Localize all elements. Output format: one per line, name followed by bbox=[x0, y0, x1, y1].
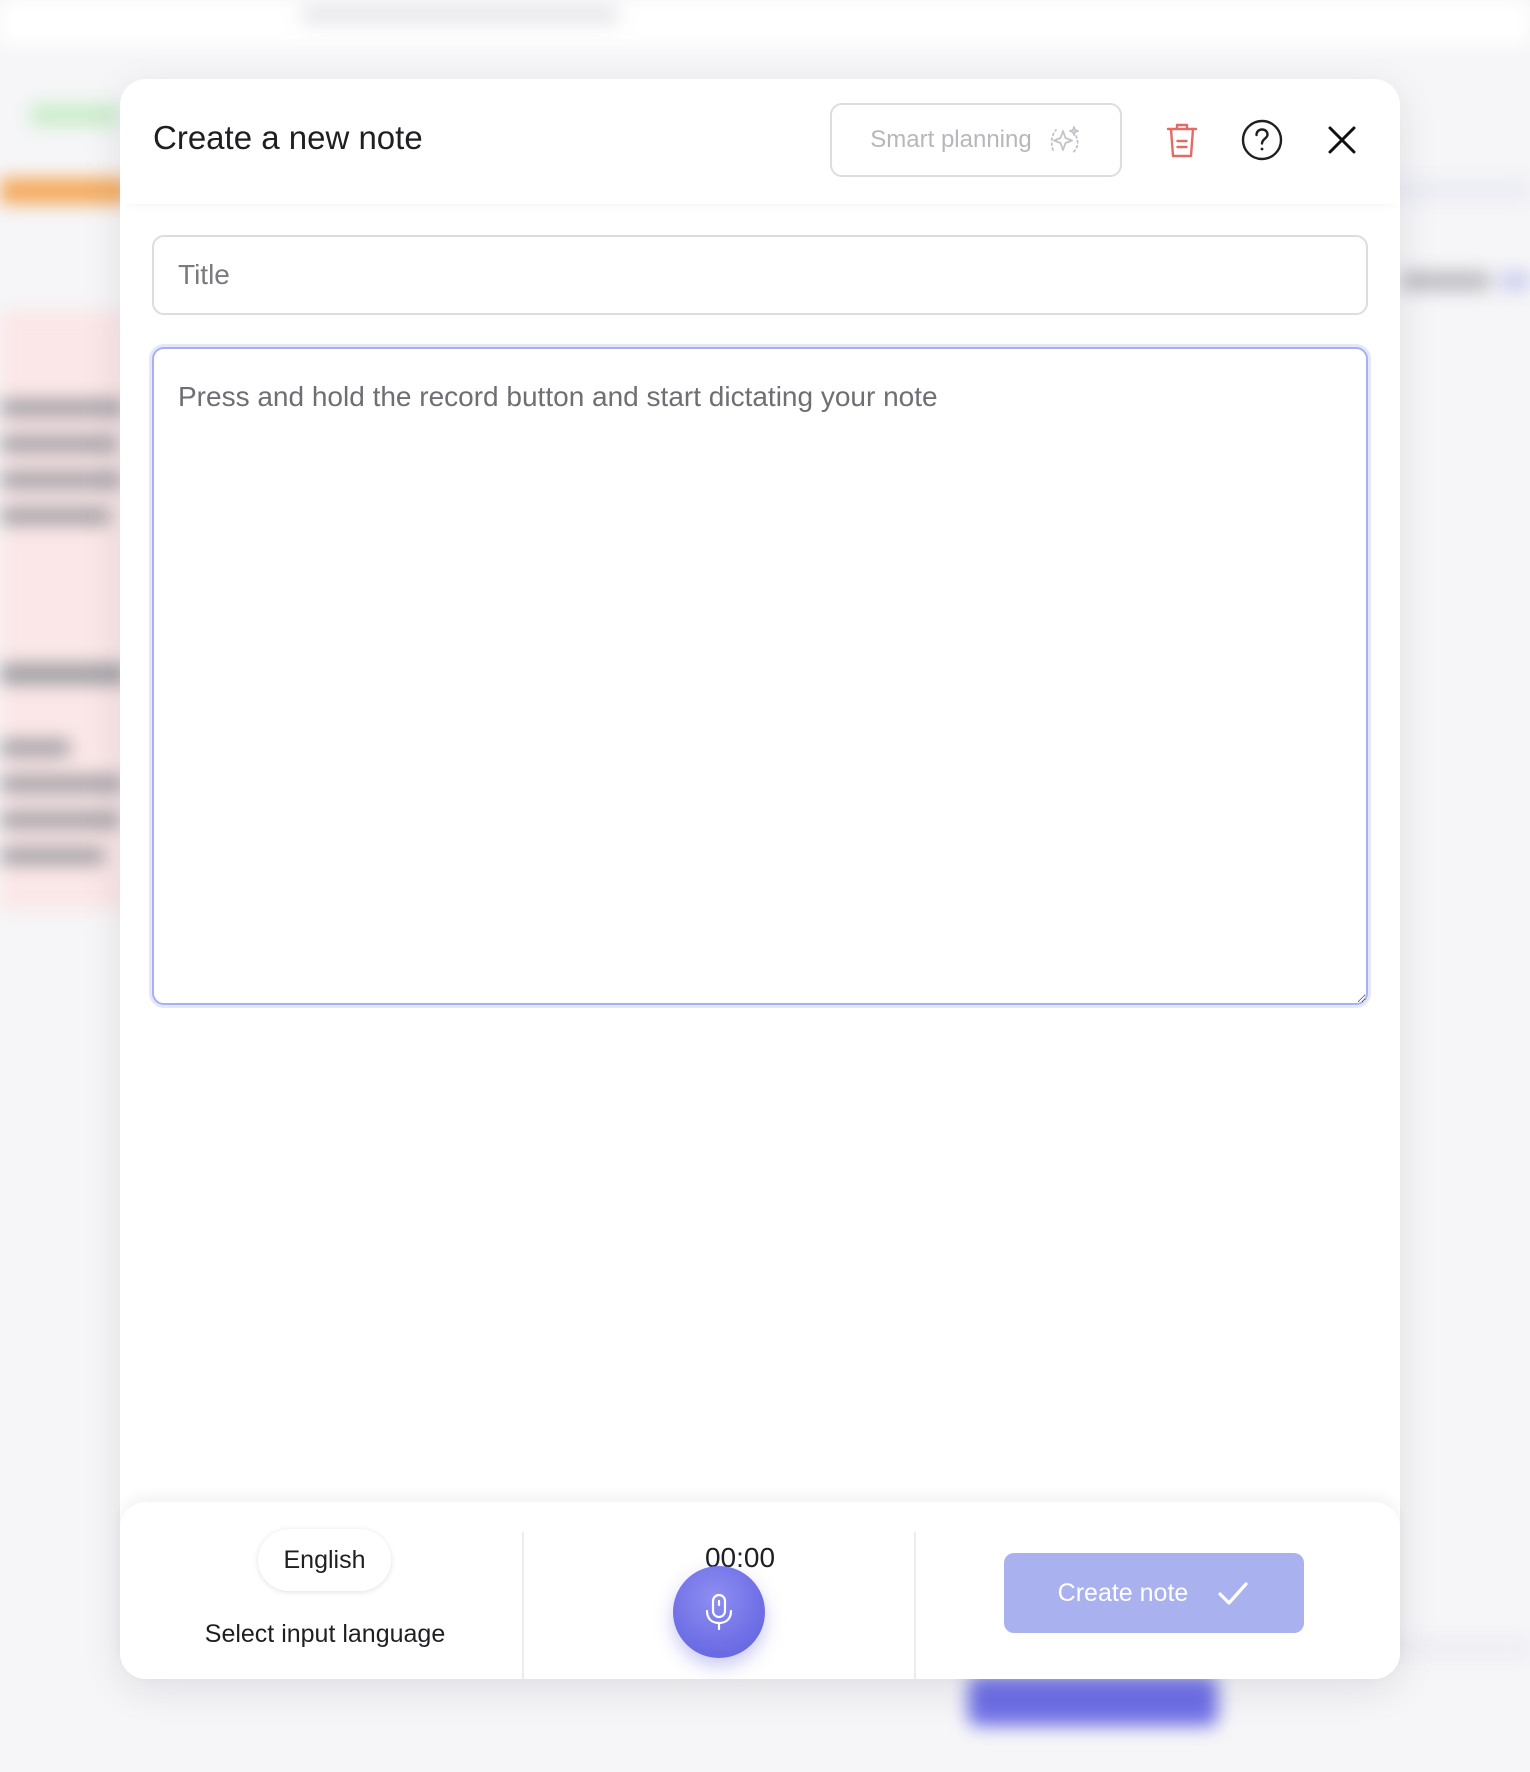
footer-divider bbox=[522, 1532, 524, 1679]
background-right-text bbox=[1400, 272, 1490, 290]
smart-planning-button[interactable]: Smart planning bbox=[830, 103, 1122, 177]
create-note-modal: Create a new note Smart planning Title P… bbox=[120, 79, 1400, 1679]
background-text-line bbox=[0, 508, 110, 524]
background-text-line bbox=[0, 812, 120, 828]
language-selector[interactable]: English bbox=[258, 1529, 391, 1591]
help-button[interactable] bbox=[1234, 112, 1290, 168]
background-text-line bbox=[0, 776, 124, 792]
background-text-line bbox=[0, 848, 104, 864]
record-button[interactable] bbox=[673, 1566, 765, 1658]
create-note-label: Create note bbox=[1057, 1578, 1189, 1607]
background-text-line bbox=[0, 400, 125, 416]
background-text-line bbox=[0, 664, 128, 684]
create-note-button[interactable]: Create note bbox=[1004, 1553, 1304, 1633]
recording-timer: 00:00 bbox=[704, 1542, 776, 1573]
close-button[interactable] bbox=[1314, 112, 1370, 168]
sparkle-icon bbox=[1050, 126, 1079, 154]
background-topbar bbox=[0, 0, 1530, 46]
background-orange-bar bbox=[0, 178, 130, 204]
modal-header: Create a new note Smart planning bbox=[120, 79, 1400, 204]
close-icon bbox=[1328, 126, 1356, 154]
title-input[interactable] bbox=[152, 235, 1368, 315]
language-caption: Select input language bbox=[204, 1620, 446, 1648]
background-status-badge bbox=[30, 104, 120, 126]
background-text-line bbox=[0, 472, 122, 488]
background-right-link bbox=[1500, 272, 1530, 290]
microphone-icon bbox=[705, 1593, 733, 1631]
note-textarea[interactable] bbox=[152, 347, 1368, 1005]
background-search-bar bbox=[300, 6, 620, 24]
smart-planning-label: Smart planning bbox=[870, 126, 1032, 153]
background-right-bar bbox=[1390, 180, 1530, 200]
delete-button[interactable] bbox=[1154, 112, 1210, 168]
background-primary-button bbox=[968, 1676, 1218, 1726]
footer-divider bbox=[914, 1532, 916, 1679]
background-text-line bbox=[0, 740, 70, 756]
trash-icon bbox=[1166, 123, 1198, 158]
help-icon bbox=[1241, 119, 1283, 161]
check-icon bbox=[1218, 1582, 1248, 1605]
background-text-line bbox=[0, 436, 118, 452]
modal-title: Create a new note bbox=[153, 119, 423, 156]
